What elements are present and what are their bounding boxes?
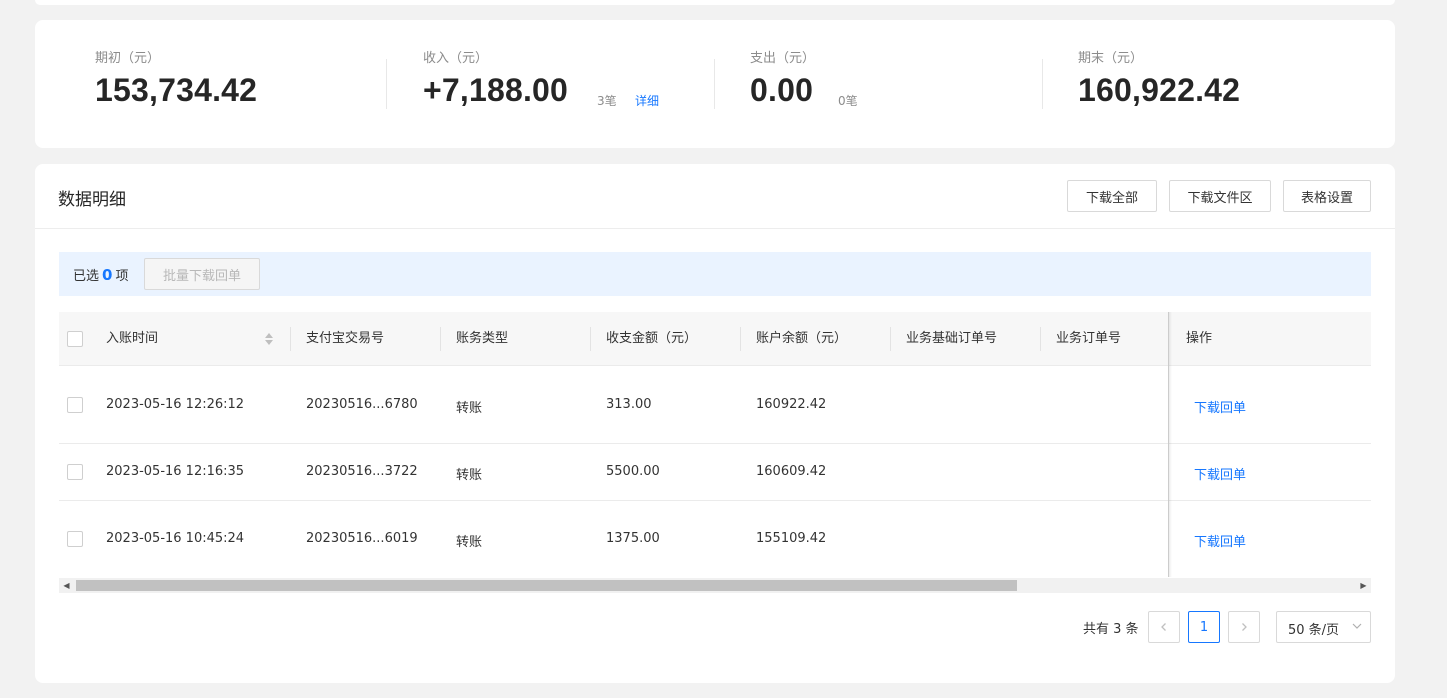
sort-icon[interactable] (264, 332, 274, 346)
cell-time: 2023-05-16 12:26:12 (106, 397, 245, 412)
stat-divider (386, 59, 387, 109)
cell-type: 转账 (456, 535, 483, 550)
column-divider (590, 327, 591, 351)
cell-type: 转账 (456, 468, 483, 483)
prev-page-button[interactable] (1148, 611, 1180, 643)
chevron-down-icon (1352, 623, 1362, 629)
cell-balance: 160922.42 (756, 397, 827, 412)
scroll-right-icon[interactable]: ▶ (1356, 578, 1371, 593)
column-divider (890, 327, 891, 351)
scrollbar-thumb[interactable] (76, 580, 1017, 591)
column-header-amount: 收支金额（元） (606, 331, 698, 346)
chevron-right-icon (1242, 623, 1247, 631)
cell-time: 2023-05-16 12:16:35 (106, 464, 245, 479)
column-divider (1040, 327, 1041, 351)
previous-card-edge (35, 0, 1395, 5)
income-detail-link[interactable]: 详细 (635, 92, 659, 109)
cell-balance: 155109.42 (756, 531, 827, 546)
cell-alipay-no: 20230516...3722 (306, 464, 418, 479)
closing-balance-label: 期末（元） (1078, 51, 1144, 66)
column-header-type: 账务类型 (456, 331, 509, 346)
expense-value: 0.00 (750, 72, 814, 108)
cell-time: 2023-05-16 10:45:24 (106, 531, 245, 546)
page-size-value: 50 条/页 (1288, 623, 1340, 638)
column-header-biz-order: 业务订单号 (1056, 331, 1122, 346)
batch-download-receipts-button[interactable]: 批量下载回单 (144, 258, 260, 290)
cell-amount: 5500.00 (606, 464, 660, 479)
cell-alipay-no: 20230516...6780 (306, 397, 418, 412)
scroll-left-icon[interactable]: ◀ (59, 578, 74, 593)
row-checkbox[interactable] (67, 531, 83, 547)
expense-label: 支出（元） (750, 51, 816, 66)
select-all-checkbox[interactable] (67, 331, 83, 347)
download-receipt-link[interactable]: 下载回单 (1194, 464, 1246, 483)
cell-balance: 160609.42 (756, 464, 827, 479)
cell-alipay-no: 20230516...6019 (306, 531, 418, 546)
row-checkbox[interactable] (67, 397, 83, 413)
table-row: 2023-05-16 10:45:24 20230516...6019 转账 1… (59, 501, 1371, 578)
horizontal-scrollbar[interactable]: ◀ ▶ (59, 578, 1371, 593)
column-divider (440, 327, 441, 351)
table-row: 2023-05-16 12:26:12 20230516...6780 转账 3… (59, 367, 1371, 444)
stat-divider (714, 59, 715, 109)
summary-card: 期初（元） 153,734.42 收入（元） +7,188.00 3笔 详细 支… (35, 20, 1395, 148)
chevron-left-icon (1161, 623, 1166, 631)
table-row: 2023-05-16 12:16:35 20230516...3722 转账 5… (59, 444, 1371, 501)
column-header-balance: 账户余额（元） (756, 331, 848, 346)
selection-bar: 已选 0 项 批量下载回单 (59, 252, 1371, 296)
cell-amount: 313.00 (606, 397, 652, 412)
column-header-alipay-no: 支付宝交易号 (306, 331, 385, 346)
table-header: 入账时间 支付宝交易号 账务类型 收支金额（元） 账户余额（元） 业务基础订单号… (59, 312, 1371, 366)
column-divider (290, 327, 291, 351)
selection-suffix: 项 (115, 269, 129, 284)
pagination-total: 共有 3 条 (1083, 622, 1139, 637)
download-receipt-link[interactable]: 下载回单 (1194, 531, 1246, 550)
cell-amount: 1375.00 (606, 531, 660, 546)
opening-balance-value: 153,734.42 (95, 72, 258, 108)
column-divider (740, 327, 741, 351)
next-page-button[interactable] (1228, 611, 1260, 643)
details-card: 数据明细 下载全部 下载文件区 表格设置 已选 0 项 批量下载回单 入账时间 支付… (35, 164, 1395, 683)
fixed-column-shadow (1168, 312, 1172, 577)
details-title: 数据明细 (58, 190, 126, 210)
selection-summary: 已选 0 项 (73, 265, 128, 284)
download-file-area-button[interactable]: 下载文件区 (1169, 180, 1271, 212)
opening-balance-label: 期初（元） (95, 51, 161, 66)
column-header-time[interactable]: 入账时间 (106, 312, 158, 366)
page-1-button[interactable]: 1 (1188, 611, 1220, 643)
closing-balance-value: 160,922.42 (1078, 72, 1241, 108)
stat-divider (1042, 59, 1043, 109)
selection-prefix: 已选 (73, 269, 100, 284)
expense-count: 0笔 (838, 94, 858, 108)
selection-count: 0 (102, 266, 113, 284)
download-all-button[interactable]: 下载全部 (1067, 180, 1157, 212)
column-header-action: 操作 (1186, 331, 1213, 346)
row-checkbox[interactable] (67, 464, 83, 480)
page-size-select[interactable]: 50 条/页 (1276, 611, 1371, 643)
income-value: +7,188.00 (423, 72, 569, 108)
table-settings-button[interactable]: 表格设置 (1283, 180, 1371, 212)
column-header-biz-base-order: 业务基础订单号 (906, 331, 998, 346)
income-count: 3笔 (597, 94, 617, 108)
cell-type: 转账 (456, 401, 483, 416)
header-divider (35, 228, 1395, 229)
income-label: 收入（元） (423, 51, 489, 66)
download-receipt-link[interactable]: 下载回单 (1194, 397, 1246, 416)
